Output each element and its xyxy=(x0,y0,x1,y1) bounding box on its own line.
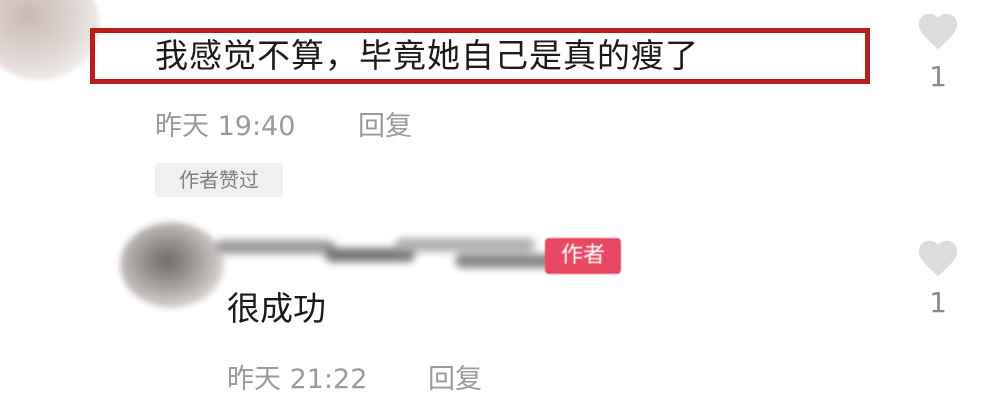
comment-text: 很成功 xyxy=(227,289,326,328)
avatar[interactable] xyxy=(120,222,224,308)
author-badge: 作者 xyxy=(545,238,621,274)
reply-button[interactable]: 回复 xyxy=(428,357,482,396)
username-obscured xyxy=(215,232,575,276)
like-heart-icon[interactable] xyxy=(915,8,961,54)
like-heart-icon[interactable] xyxy=(915,235,961,281)
comment-text: 我感觉不算，毕竟她自己是真的瘦了 xyxy=(155,36,699,75)
like-count: 1 xyxy=(929,60,947,93)
comment-timestamp: 昨天 21:22 xyxy=(227,364,368,395)
comment-timestamp: 昨天 19:40 xyxy=(155,111,296,142)
avatar[interactable] xyxy=(0,0,100,80)
author-liked-badge: 作者赞过 xyxy=(155,163,283,197)
reply-button[interactable]: 回复 xyxy=(358,104,412,143)
like-count: 1 xyxy=(929,286,947,319)
